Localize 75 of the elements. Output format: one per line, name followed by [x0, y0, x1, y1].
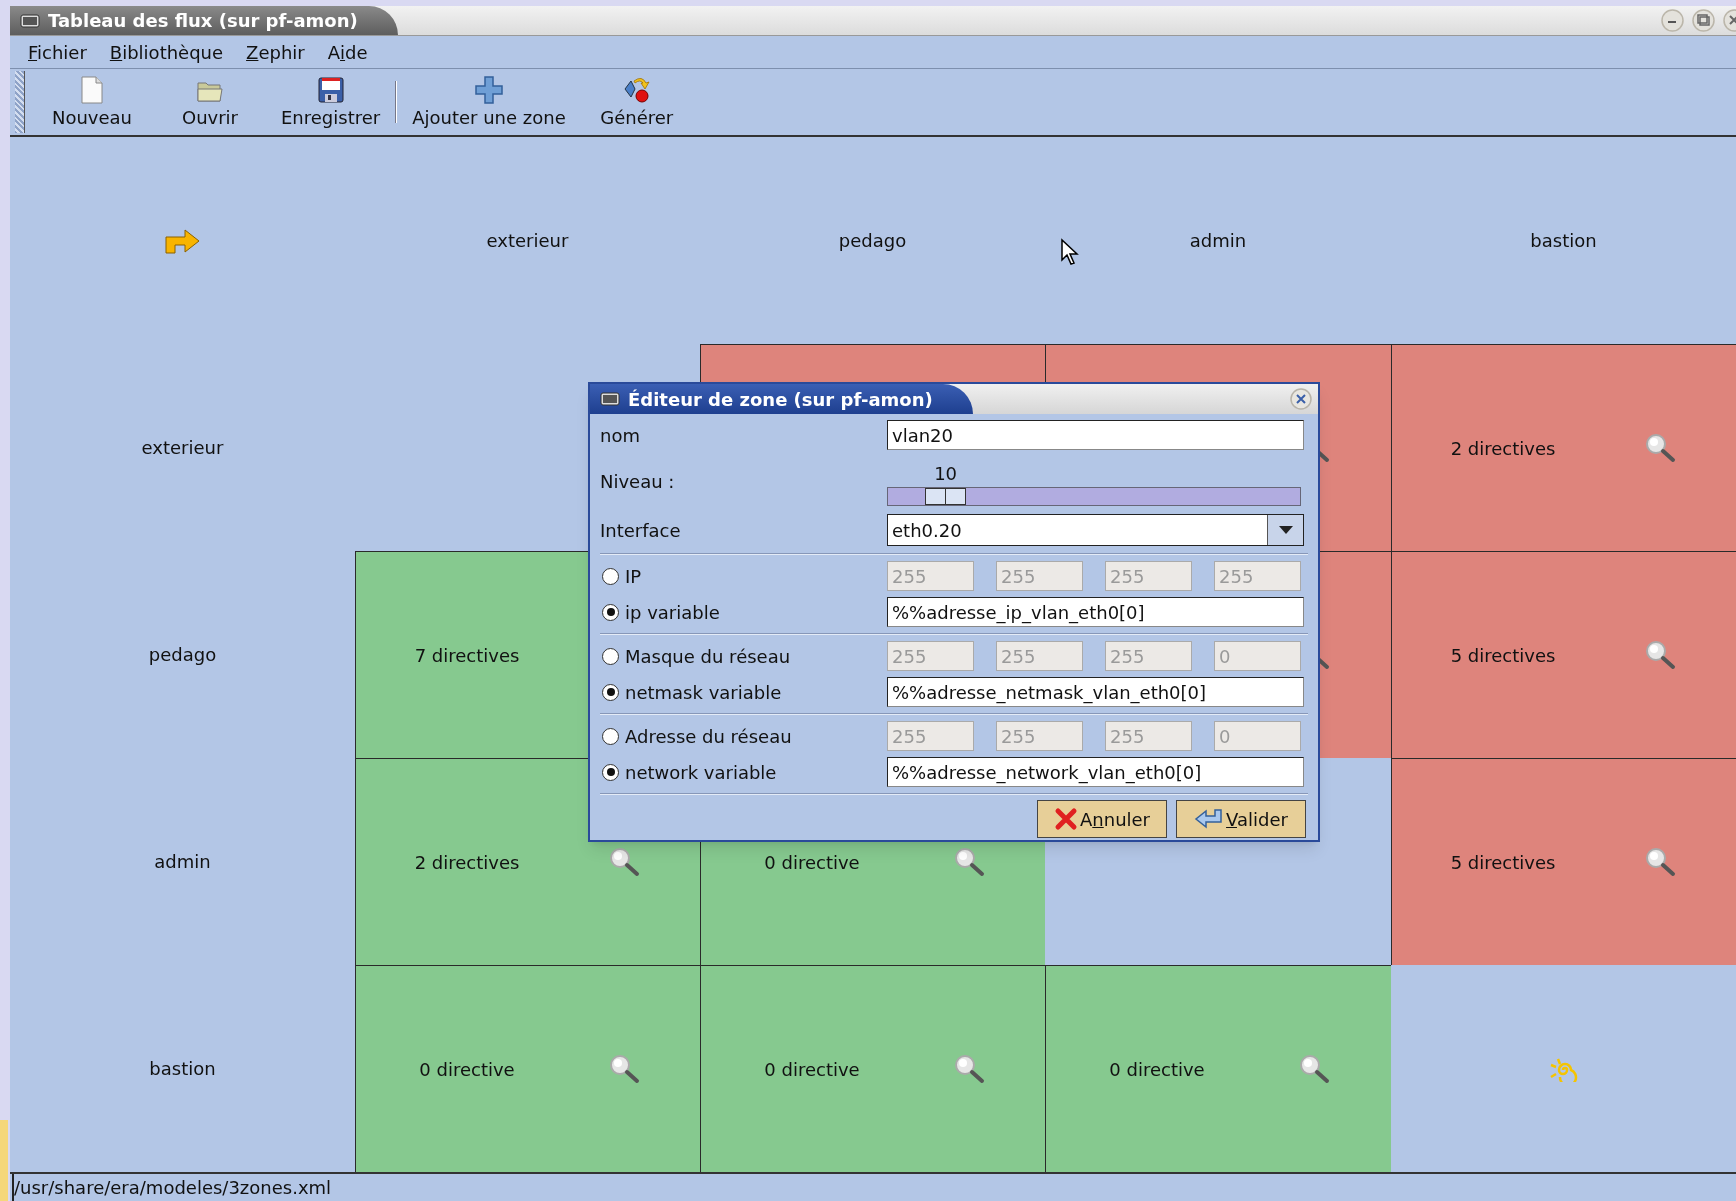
radio-button[interactable]	[602, 727, 619, 745]
search-icon[interactable]	[953, 846, 985, 878]
input-field[interactable]: vlan20	[887, 420, 1304, 450]
caret-icon	[1277, 525, 1294, 535]
matrix-cell[interactable]: 0 directive	[700, 965, 1045, 1172]
radio-button[interactable]	[602, 647, 619, 665]
menu-item[interactable]: Aide	[317, 38, 378, 66]
toolbar-button[interactable]: Ouvrir	[151, 69, 269, 135]
cancel-icon	[1053, 807, 1078, 831]
dropdown[interactable]: eth0.20	[887, 514, 1304, 546]
column-header: pedago	[838, 229, 907, 253]
toolbar-button[interactable]: Ajouter une zone	[400, 69, 578, 135]
directive-count: 0 directive	[1109, 1057, 1205, 1082]
row-header: bastion	[149, 1057, 216, 1081]
input-field[interactable]: %%adresse_netmask_vlan_eth0[0]	[887, 677, 1304, 707]
window-icon	[600, 391, 620, 407]
close-button[interactable]	[1290, 388, 1312, 410]
plus-icon	[473, 74, 504, 105]
toolbar-button[interactable]: Nouveau	[33, 69, 151, 135]
directive-count: 5 directives	[1450, 850, 1556, 875]
radio-label: IP	[625, 564, 642, 589]
field-label: nom	[600, 423, 641, 448]
directive-count: 2 directives	[414, 850, 520, 875]
search-icon[interactable]	[608, 846, 640, 878]
cursor-icon	[1060, 238, 1080, 266]
column-header: bastion	[1530, 229, 1597, 253]
slider-value: 10	[933, 461, 959, 486]
column-header: exterieur	[486, 229, 569, 253]
search-icon[interactable]	[1298, 1053, 1330, 1085]
arrow-icon	[164, 227, 201, 254]
window-title: Tableau des flux (sur pf-amon)	[48, 9, 358, 33]
toolbar-button[interactable]: Enregistrer	[269, 69, 393, 135]
search-icon[interactable]	[953, 1053, 985, 1085]
matrix-cell[interactable]: 0 directive	[1045, 965, 1391, 1172]
directive-count: 0 directive	[764, 850, 860, 875]
directive-count: 2 directives	[1450, 436, 1556, 461]
toolbar-grip[interactable]	[15, 71, 25, 133]
radio-button[interactable]	[602, 603, 619, 621]
matrix-cell[interactable]: 2 directives	[1391, 344, 1736, 551]
search-icon[interactable]	[1644, 846, 1676, 878]
menu-item[interactable]: Bibliothèque	[99, 38, 234, 66]
directive-count: 5 directives	[1450, 643, 1556, 668]
search-icon[interactable]	[1644, 639, 1676, 671]
column-header: admin	[1189, 229, 1247, 253]
search-icon[interactable]	[608, 1053, 640, 1085]
slider-track[interactable]	[887, 486, 1301, 506]
toolbar-button[interactable]: Générer	[577, 69, 696, 135]
radio-button[interactable]	[602, 683, 619, 701]
dialog-button[interactable]: Valider	[1176, 800, 1306, 838]
slider-thumb[interactable]	[925, 487, 967, 505]
row-header: exterieur	[141, 436, 224, 460]
maximize-button[interactable]	[1692, 9, 1715, 32]
matrix-cell[interactable]: 5 directives	[1391, 551, 1736, 758]
input-field[interactable]: %%adresse_network_vlan_eth0[0]	[887, 757, 1304, 787]
directive-count: 0 directive	[764, 1057, 860, 1082]
return-arrow-icon	[1194, 807, 1225, 831]
dialog-title: Éditeur de zone (sur pf-amon)	[628, 387, 933, 412]
minimize-button[interactable]	[1661, 9, 1684, 32]
directive-count: 7 directives	[414, 643, 520, 668]
window-icon	[20, 12, 40, 29]
status-text: /usr/share/era/modeles/3zones.xml	[12, 1173, 332, 1201]
search-icon[interactable]	[1644, 432, 1676, 464]
row-header: pedago	[148, 643, 217, 667]
input-field[interactable]: %%adresse_ip_vlan_eth0[0]	[887, 597, 1304, 627]
dialog-button[interactable]: Annuler	[1037, 800, 1167, 838]
matrix-cell[interactable]: 5 directives	[1391, 758, 1736, 965]
menu-item[interactable]: Fichier	[18, 38, 97, 66]
menu-item[interactable]: Zephir	[236, 38, 315, 66]
matrix-cell[interactable]: 0 directive	[355, 965, 700, 1172]
row-header: admin	[154, 850, 211, 874]
field-label: Interface	[600, 518, 682, 543]
radio-button[interactable]	[602, 567, 619, 585]
radio-button[interactable]	[602, 763, 619, 781]
field-label: Niveau :	[600, 469, 676, 494]
directive-count: 0 directive	[419, 1057, 515, 1082]
